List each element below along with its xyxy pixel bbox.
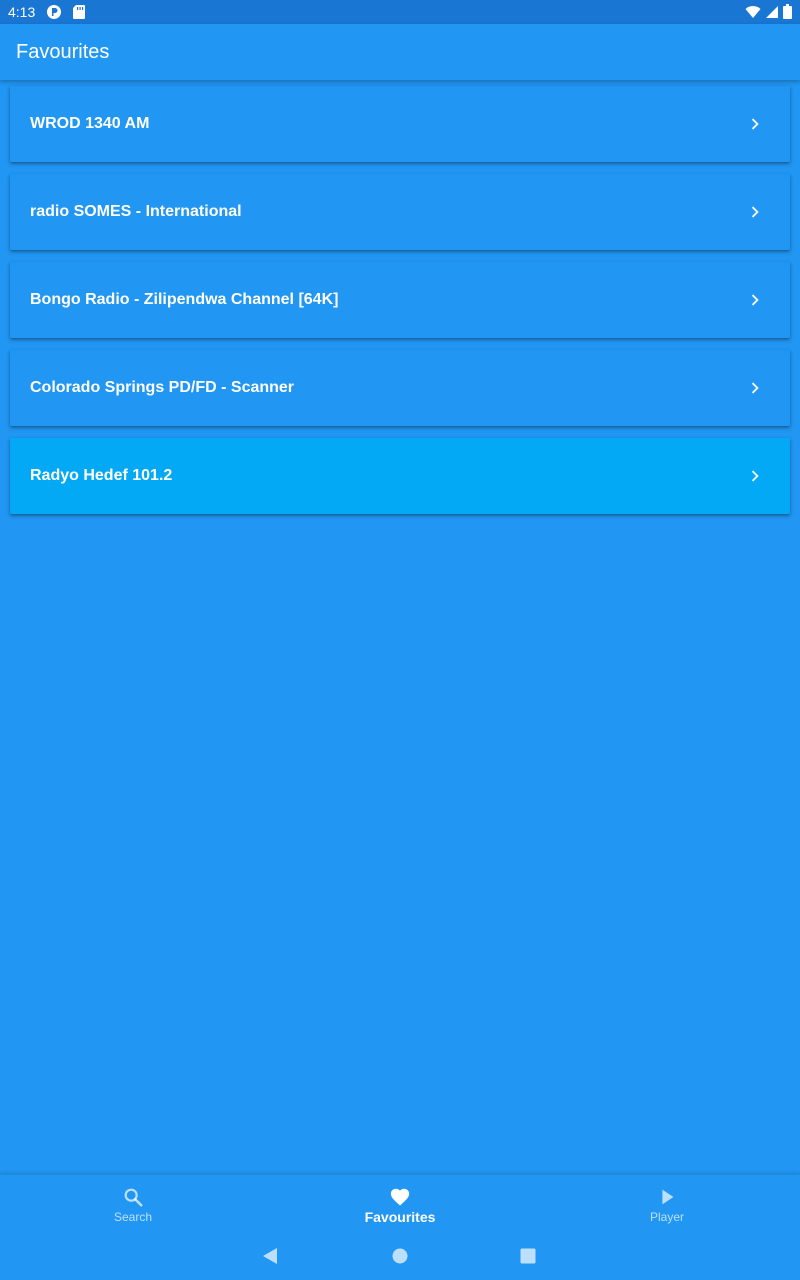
chevron-right-icon [751, 470, 759, 482]
wifi-icon [745, 5, 761, 24]
nav-label-search: Search [113, 1210, 153, 1224]
nav-label-favourites: Favourites [364, 1209, 436, 1225]
list-item-selected[interactable]: Radyo Hedef 101.2 [10, 438, 790, 514]
station-name: Radyo Hedef 101.2 [30, 467, 173, 484]
system-navigation-bar [0, 1232, 800, 1280]
home-icon[interactable] [390, 1246, 410, 1266]
status-bar: 4:13 [0, 0, 800, 24]
app-bar: Favourites [0, 24, 800, 80]
back-icon[interactable] [260, 1246, 280, 1266]
station-name: WROD 1340 AM [30, 115, 150, 132]
nav-label-player: Player [649, 1210, 684, 1224]
status-right-icons [745, 4, 792, 24]
list-item[interactable]: Colorado Springs PD/FD - Scanner [10, 350, 790, 426]
chevron-right-icon [751, 382, 759, 394]
page-title: Favourites [16, 41, 110, 63]
list-item[interactable]: WROD 1340 AM [10, 86, 790, 162]
play-icon [662, 1189, 674, 1205]
status-time: 4:13 [8, 4, 36, 20]
favourites-list: WROD 1340 AM radio SOMES - International… [10, 86, 790, 526]
sd-card-icon [72, 4, 86, 25]
status-left-icons [46, 4, 86, 25]
notification-app-icon [46, 4, 62, 25]
app-screen: 4:13 Favourites WROD 1340 AM radio SOMES… [0, 0, 800, 1280]
nav-item-favourites[interactable]: Favourites [267, 1175, 533, 1233]
recents-icon[interactable] [518, 1246, 538, 1266]
search-icon [124, 1188, 143, 1207]
list-item[interactable]: radio SOMES - International [10, 174, 790, 250]
station-name: Bongo Radio - Zilipendwa Channel [64K] [30, 291, 339, 308]
chevron-right-icon [751, 118, 759, 130]
battery-icon [783, 4, 792, 24]
cell-signal-icon [765, 5, 779, 24]
chevron-right-icon [751, 294, 759, 306]
station-name: Colorado Springs PD/FD - Scanner [30, 379, 295, 396]
heart-icon [390, 1188, 410, 1206]
bottom-navigation: Search Favourites Player [0, 1174, 800, 1233]
nav-item-search[interactable]: Search [0, 1175, 266, 1233]
station-name: radio SOMES - International [30, 203, 242, 220]
chevron-right-icon [751, 206, 759, 218]
list-item[interactable]: Bongo Radio - Zilipendwa Channel [64K] [10, 262, 790, 338]
nav-item-player[interactable]: Player [534, 1175, 800, 1233]
